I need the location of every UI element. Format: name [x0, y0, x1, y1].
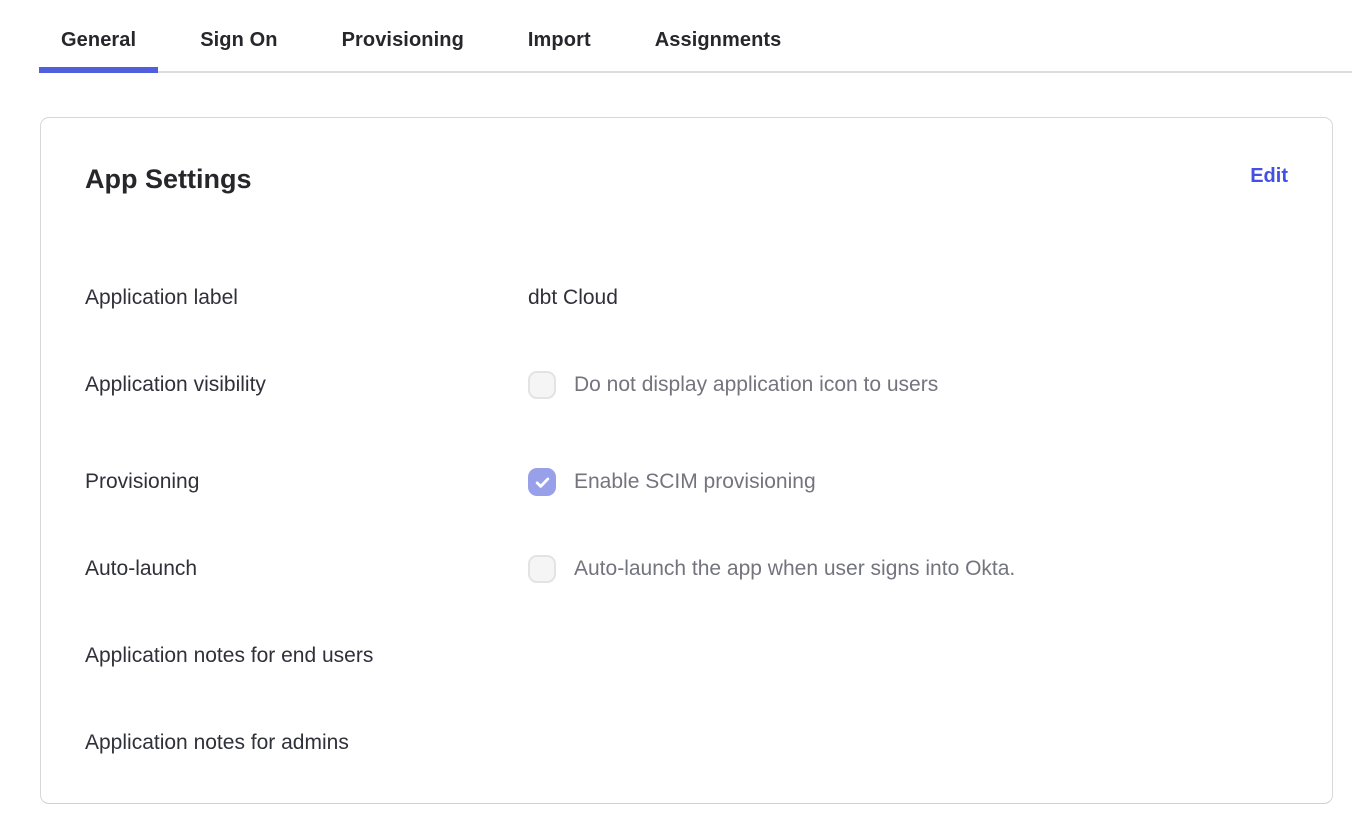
settings-row: Application notes for admins: [85, 729, 1288, 757]
tab-label: General: [61, 29, 136, 51]
checkbox[interactable]: [528, 555, 556, 583]
row-value: Do not display application icon to users: [528, 371, 938, 399]
row-label: Application label: [85, 286, 528, 310]
tab-label: Provisioning: [342, 29, 464, 51]
card-header: App Settings Edit: [85, 162, 1288, 196]
row-label: Application notes for end users: [85, 644, 528, 668]
checkmark-icon: [534, 474, 551, 491]
settings-row: Application notes for end users: [85, 642, 1288, 670]
tab-sign-on[interactable]: Sign On: [178, 0, 299, 71]
row-value: dbt Cloud: [528, 286, 618, 310]
app-settings-card: App Settings Edit Application label dbt …: [40, 117, 1333, 804]
checkbox[interactable]: [528, 371, 556, 399]
row-value-text: dbt Cloud: [528, 286, 618, 310]
row-label: Application visibility: [85, 373, 528, 397]
row-value-text: Do not display application icon to users: [574, 373, 938, 397]
tab-import[interactable]: Import: [506, 0, 613, 71]
tab-general[interactable]: General: [39, 0, 158, 71]
row-label: Provisioning: [85, 470, 528, 494]
row-value-text: Enable SCIM provisioning: [574, 470, 816, 494]
tab-label: Assignments: [655, 29, 782, 51]
settings-row: Auto-launch Auto-launch the app when use…: [85, 555, 1288, 583]
tab-bar: General Sign On Provisioning Import Assi…: [39, 0, 1352, 73]
tab-label: Import: [528, 29, 591, 51]
row-value: Auto-launch the app when user signs into…: [528, 555, 1015, 583]
row-label: Auto-launch: [85, 557, 528, 581]
settings-row: Application label dbt Cloud: [85, 284, 1288, 312]
tab-assignments[interactable]: Assignments: [633, 0, 804, 71]
edit-link[interactable]: Edit: [1250, 162, 1288, 190]
settings-row: Application visibility Do not display ap…: [85, 371, 1288, 399]
row-value-text: Auto-launch the app when user signs into…: [574, 557, 1015, 581]
checkbox[interactable]: [528, 468, 556, 496]
tab-provisioning[interactable]: Provisioning: [320, 0, 486, 71]
row-label: Application notes for admins: [85, 731, 528, 755]
tab-label: Sign On: [200, 29, 277, 51]
settings-rows: Application label dbt Cloud Application …: [85, 284, 1288, 757]
row-value: Enable SCIM provisioning: [528, 468, 816, 496]
settings-row: Provisioning Enable SCIM provisioning: [85, 468, 1288, 496]
card-title: App Settings: [85, 162, 252, 196]
